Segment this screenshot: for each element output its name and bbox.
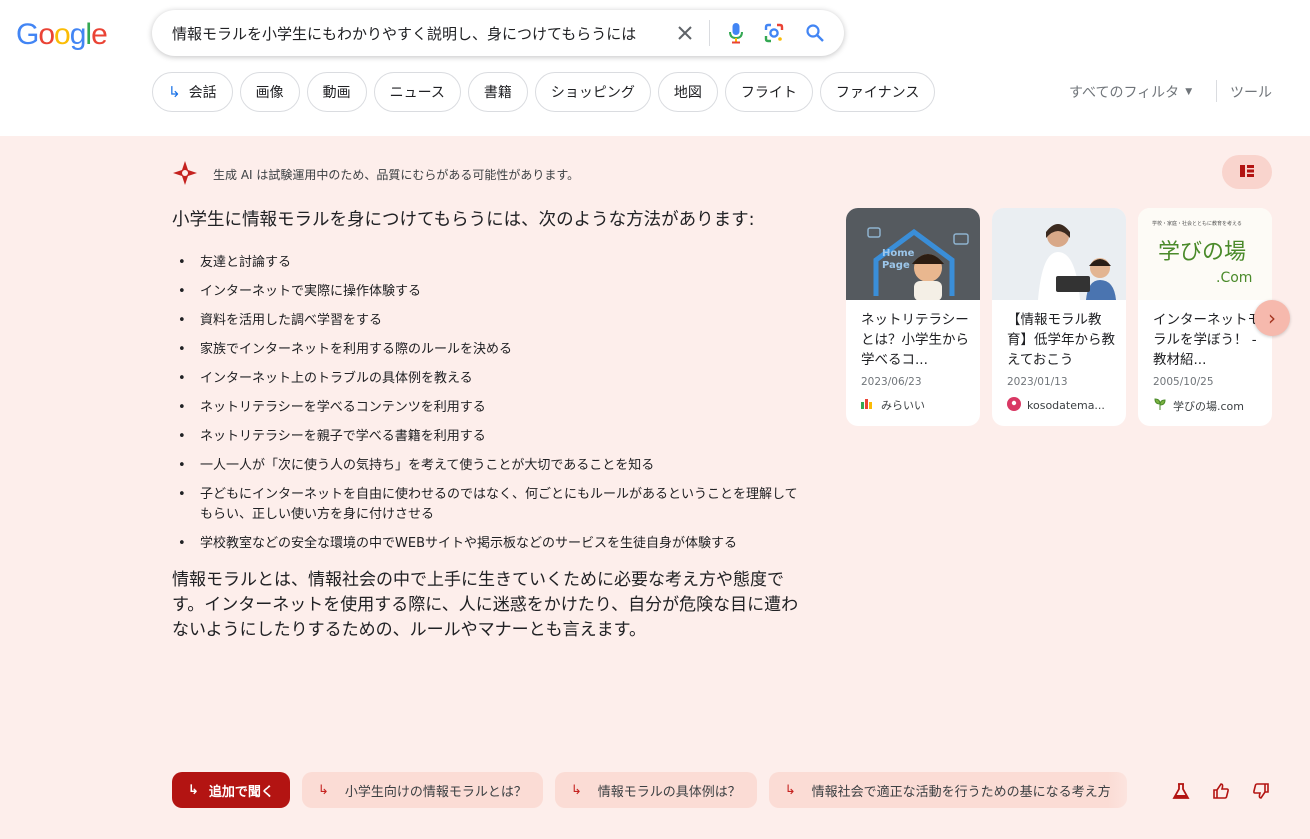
search-tabs: ↳ 会話 画像 動画 ニュース 書籍 ショッピング 地図 フライト ファイナンス bbox=[152, 72, 936, 112]
search-icon[interactable] bbox=[802, 20, 828, 46]
tab-label: 地図 bbox=[673, 85, 702, 101]
card-thumbnail: Home Page bbox=[846, 208, 980, 300]
tab-label: ニュース bbox=[389, 85, 445, 101]
list-item: 学校教室などの安全な環境の中でWEBサイトや掲示板などのサービスを生徒自身が体験… bbox=[172, 534, 802, 554]
thumbs-down-icon[interactable] bbox=[1250, 780, 1272, 802]
ai-lead-text: 小学生に情報モラルを身につけてもらうには、次のような方法があります: bbox=[172, 210, 755, 230]
chevron-right-icon: › bbox=[1268, 306, 1276, 330]
list-item: インターネットで実際に操作体験する bbox=[172, 282, 802, 302]
layout-toggle-button[interactable] bbox=[1222, 155, 1272, 189]
mirai-favicon-icon bbox=[861, 398, 875, 412]
card-source: みらいい bbox=[846, 397, 980, 413]
google-lens-icon[interactable] bbox=[761, 20, 787, 46]
source-card[interactable]: 【情報モラル教育】低学年から教えておこう 2023/01/13 kosodate… bbox=[992, 208, 1126, 426]
tab-conversation[interactable]: ↳ 会話 bbox=[152, 72, 233, 112]
follow-up-label: 追加で聞く bbox=[208, 784, 274, 800]
card-thumbnail: 学校・家庭・社会とともに教育を考える 学びの場 .Com bbox=[1138, 208, 1272, 300]
card-source: 学びの場.com bbox=[1138, 397, 1272, 414]
ask-follow-up-button[interactable]: ↳ 追加で聞く bbox=[172, 772, 290, 808]
ai-notice: 生成 AI は試験運用中のため、品質にむらがある可能性があります。 bbox=[172, 160, 579, 189]
card-source-name: みらいい bbox=[881, 399, 925, 412]
tools-button[interactable]: ツール bbox=[1230, 82, 1272, 102]
all-filters-button[interactable]: すべてのフィルタ ▼ bbox=[1069, 82, 1192, 102]
follow-up-chip[interactable]: ↳ 情報モラルの具体例は？ bbox=[554, 772, 757, 808]
gemini-sparkle-icon bbox=[172, 160, 198, 189]
return-arrow-icon: ↳ bbox=[570, 782, 582, 798]
sprout-favicon-icon bbox=[1153, 397, 1167, 414]
list-layout-icon bbox=[1239, 163, 1255, 182]
tab-videos[interactable]: 動画 bbox=[306, 72, 367, 112]
ai-definition-paragraph: 情報モラルとは、情報社会の中で上手に生きていくために必要な考え方や態度です。イン… bbox=[172, 570, 799, 640]
follow-up-label: 小学生向けの情報モラルとは？ bbox=[344, 784, 527, 800]
follow-up-chip[interactable]: ↳ 情報社会で適正な活動を行うための基になる考え方 bbox=[768, 772, 1127, 808]
ai-method-list: 友達と討論する インターネットで実際に操作体験する 資料を活用した調べ学習をする… bbox=[172, 253, 802, 554]
return-arrow-icon: ↳ bbox=[188, 782, 199, 798]
tab-label: ショッピング bbox=[550, 85, 635, 101]
card-source: kosodatema... bbox=[992, 397, 1126, 414]
thumbnail-logo: 学びの場 bbox=[1158, 240, 1247, 265]
return-arrow-icon: ↳ bbox=[168, 83, 181, 101]
card-source-name: kosodatema... bbox=[1027, 399, 1105, 412]
search-box[interactable]: 情報モラルを小学生にもわかりやすく説明し、身につけてもらうには bbox=[152, 10, 844, 56]
tab-maps[interactable]: 地図 bbox=[657, 72, 718, 112]
cards-next-button[interactable]: › bbox=[1254, 300, 1290, 336]
tab-books[interactable]: 書籍 bbox=[467, 72, 528, 112]
ai-overview-panel: 生成 AI は試験運用中のため、品質にむらがある可能性があります。 小学生に情報… bbox=[0, 136, 1310, 839]
filter-divider bbox=[1216, 80, 1217, 102]
card-date: 2023/06/23 bbox=[861, 376, 922, 388]
return-arrow-icon: ↳ bbox=[784, 782, 796, 798]
google-logo[interactable]: Google bbox=[16, 18, 108, 52]
card-date: 2023/01/13 bbox=[1007, 376, 1068, 388]
list-item: 子どもにインターネットを自由に使わせるのではなく、何ごとにもルールがあるというこ… bbox=[172, 485, 802, 525]
card-thumbnail bbox=[992, 208, 1126, 300]
search-input[interactable]: 情報モラルを小学生にもわかりやすく説明し、身につけてもらうには bbox=[172, 23, 666, 44]
follow-up-questions: ↳ 追加で聞く ↳ 小学生向けの情報モラルとは？ ↳ 情報モラルの具体例は？ ↳ 情報社… bbox=[172, 772, 1148, 808]
source-cards: Home Page ネットリテラシーとは？小学生から学べるコ... 2023/0… bbox=[846, 208, 1272, 426]
tab-label: 書籍 bbox=[483, 85, 512, 101]
thumbnail-logo-suffix: .Com bbox=[1216, 270, 1253, 286]
tab-label: 画像 bbox=[255, 85, 284, 101]
tab-shopping[interactable]: ショッピング bbox=[534, 72, 651, 112]
tab-finance[interactable]: ファイナンス bbox=[819, 72, 936, 112]
card-date: 2005/10/25 bbox=[1153, 376, 1214, 388]
ai-notice-text: 生成 AI は試験運用中のため、品質にむらがある可能性があります。 bbox=[213, 168, 580, 182]
microphone-icon[interactable] bbox=[723, 20, 749, 46]
location-pin-favicon-icon bbox=[1007, 397, 1021, 414]
list-item: 家族でインターネットを利用する際のルールを決める bbox=[172, 340, 802, 360]
list-item: 資料を活用した調べ学習をする bbox=[172, 311, 802, 331]
list-item: ネットリテラシーを学べるコンテンツを利用する bbox=[172, 398, 802, 418]
tab-label: フライト bbox=[740, 85, 797, 101]
search-divider bbox=[709, 20, 710, 46]
follow-up-label: 情報モラルの具体例は？ bbox=[597, 784, 741, 800]
card-title: インターネットモラルを学ぼう！ - 教材紹... bbox=[1153, 312, 1261, 368]
source-card[interactable]: 学校・家庭・社会とともに教育を考える 学びの場 .Com インターネットモラルを… bbox=[1138, 208, 1272, 426]
list-item: インターネット上のトラブルの具体例を教える bbox=[172, 369, 802, 389]
card-title: ネットリテラシーとは？小学生から学べるコ... bbox=[861, 312, 969, 368]
list-item: 友達と討論する bbox=[172, 253, 802, 273]
tab-flights[interactable]: フライト bbox=[724, 72, 813, 112]
thumbnail-tagline: 学校・家庭・社会とともに教育を考える bbox=[1152, 221, 1242, 227]
tab-news[interactable]: ニュース bbox=[373, 72, 461, 112]
tab-label: ファイナンス bbox=[835, 85, 920, 101]
follow-up-fade bbox=[1108, 770, 1152, 810]
tab-label: 会話 bbox=[188, 85, 217, 101]
follow-up-chip[interactable]: ↳ 小学生向けの情報モラルとは？ bbox=[301, 772, 543, 808]
ai-answer: 小学生に情報モラルを身につけてもらうには、次のような方法があります: 友達と討論… bbox=[172, 206, 802, 643]
follow-up-label: 情報社会で適正な活動を行うための基になる考え方 bbox=[811, 784, 1111, 800]
all-filters-label: すべてのフィルタ bbox=[1069, 85, 1180, 101]
card-source-name: 学びの場.com bbox=[1173, 399, 1244, 413]
tab-label: 動画 bbox=[322, 85, 351, 101]
list-item: ネットリテラシーを親子で学べる書籍を利用する bbox=[172, 427, 802, 447]
return-arrow-icon: ↳ bbox=[317, 782, 329, 798]
caret-down-icon: ▼ bbox=[1185, 87, 1193, 97]
thumbs-up-icon[interactable] bbox=[1210, 780, 1232, 802]
source-card[interactable]: Home Page ネットリテラシーとは？小学生から学べるコ... 2023/0… bbox=[846, 208, 980, 426]
clear-icon[interactable] bbox=[672, 20, 698, 46]
card-thumbnail-text: Home Page bbox=[882, 248, 915, 271]
tab-images[interactable]: 画像 bbox=[239, 72, 300, 112]
labs-flask-icon[interactable] bbox=[1170, 780, 1192, 802]
list-item: 一人一人が「次に使う人の気持ち」を考えて使うことが大切であることを知る bbox=[172, 456, 802, 476]
card-title: 【情報モラル教育】低学年から教えておこう bbox=[1007, 312, 1115, 368]
